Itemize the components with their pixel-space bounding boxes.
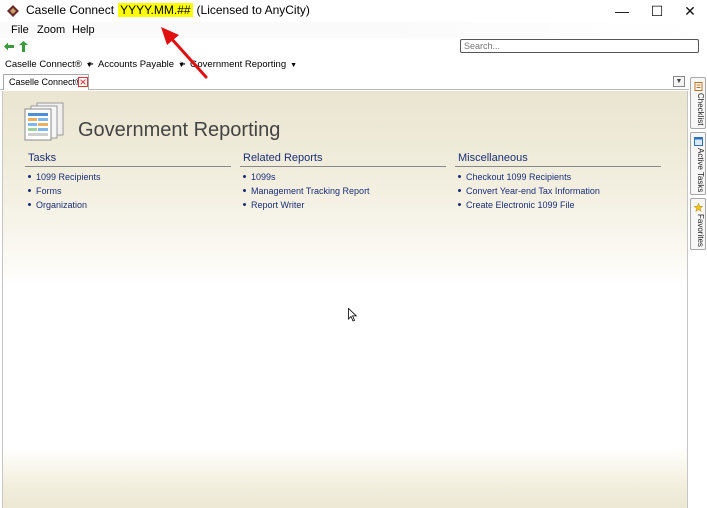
section-miscellaneous: Miscellaneous Checkout 1099 Recipients C…	[455, 151, 661, 212]
related-report-list: 1099s Management Tracking Report Report …	[240, 170, 446, 212]
license-label: (Licensed to AnyCity)	[196, 3, 310, 17]
document-tab-strip: Caselle Connect®	[0, 74, 689, 90]
link-1099-recipients[interactable]: 1099 Recipients	[25, 170, 231, 184]
up-arrow-icon[interactable]	[19, 41, 28, 52]
link-management-tracking-report[interactable]: Management Tracking Report	[240, 184, 446, 198]
mouse-pointer-icon	[348, 308, 358, 322]
minimize-button[interactable]: —	[605, 0, 639, 22]
app-name: Caselle Connect	[26, 3, 115, 17]
close-button[interactable]: ✕	[673, 0, 707, 22]
close-icon[interactable]	[78, 77, 88, 87]
menu-file[interactable]: File	[11, 24, 29, 37]
link-checkout-1099-recipients[interactable]: Checkout 1099 Recipients	[455, 170, 661, 184]
menu-bar: File Zoom Help	[0, 22, 707, 38]
menu-help[interactable]: Help	[72, 24, 95, 37]
search-input[interactable]	[460, 39, 699, 53]
window-title: Caselle Connect YYYY.MM.## (Licensed to An…	[26, 3, 310, 18]
star-icon	[694, 203, 703, 212]
side-tab-favorites[interactable]: Favorites	[690, 198, 706, 250]
link-convert-year-end-tax-information[interactable]: Convert Year-end Tax Information	[455, 184, 661, 198]
section-title: Miscellaneous	[455, 151, 661, 167]
side-tab-checklist[interactable]: Checklist	[690, 77, 706, 129]
link-forms[interactable]: Forms	[25, 184, 231, 198]
breadcrumb-separator: >	[88, 59, 94, 70]
section-title: Tasks	[25, 151, 231, 167]
menu-zoom[interactable]: Zoom	[37, 24, 65, 37]
caselle-diamond-icon[interactable]	[7, 5, 19, 17]
link-1099s[interactable]: 1099s	[240, 170, 446, 184]
maximize-button[interactable]: ☐	[640, 0, 674, 22]
active-tasks-icon	[694, 137, 703, 146]
main-content-panel: Government Reporting Tasks 1099 Recipien…	[2, 91, 688, 508]
tab-caselle-connect[interactable]: Caselle Connect®	[3, 74, 89, 90]
title-bar: Caselle Connect YYYY.MM.## (Licensed to An…	[0, 0, 707, 22]
version-label: YYYY.MM.##	[118, 3, 193, 17]
side-tab-label: Checklist	[696, 93, 705, 126]
tab-label: Caselle Connect®	[9, 77, 82, 87]
tab-list-button[interactable]: ▼	[673, 76, 685, 87]
chevron-down-icon[interactable]: ▼	[290, 62, 297, 69]
side-tab-active-tasks[interactable]: Active Tasks	[690, 132, 706, 195]
link-organization[interactable]: Organization	[25, 198, 231, 212]
section-title: Related Reports	[240, 151, 446, 167]
report-pages-icon	[24, 102, 64, 141]
task-list: 1099 Recipients Forms Organization	[25, 170, 231, 212]
breadcrumb-home[interactable]: Caselle Connect® ▼	[5, 57, 93, 73]
miscellaneous-list: Checkout 1099 Recipients Convert Year-en…	[455, 170, 661, 212]
breadcrumb: Caselle Connect® ▼ > Accounts Payable ▼ > …	[0, 57, 707, 72]
side-tab-label: Active Tasks	[696, 148, 705, 193]
breadcrumb-home-label: Caselle Connect®	[5, 59, 82, 70]
side-tab-label: Favorites	[696, 214, 705, 247]
link-report-writer[interactable]: Report Writer	[240, 198, 446, 212]
back-arrow-icon[interactable]	[4, 42, 14, 51]
link-create-electronic-1099-file[interactable]: Create Electronic 1099 File	[455, 198, 661, 212]
page-title: Government Reporting	[78, 119, 281, 141]
section-tasks: Tasks 1099 Recipients Forms Organization	[25, 151, 231, 212]
section-related-reports: Related Reports 1099s Management Trackin…	[240, 151, 446, 212]
annotation-arrow-icon	[161, 27, 208, 79]
checklist-icon	[694, 82, 703, 91]
